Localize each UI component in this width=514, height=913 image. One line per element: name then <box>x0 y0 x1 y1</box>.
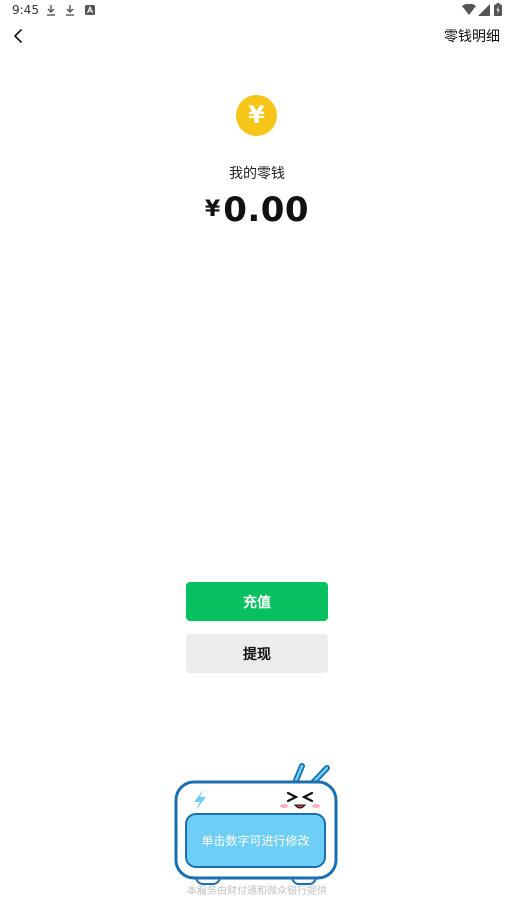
currency-symbol: ¥ <box>204 197 221 222</box>
mascot-tip[interactable]: 单击数字可进行修改 <box>188 815 323 865</box>
wallet-screen: 9:45 零钱明细 ¥ 我的零钱 ¥0.00 充值 提现 单击数字可进行修改 本… <box>0 0 514 913</box>
recharge-button[interactable]: 充值 <box>186 582 328 621</box>
download-icon <box>47 5 55 16</box>
change-details-link[interactable]: 零钱明细 <box>444 26 500 46</box>
service-provider-note: 本服务由财付通和微众银行提供 <box>187 886 327 897</box>
status-bar: 9:45 <box>0 0 514 22</box>
notification-a-icon <box>85 5 95 15</box>
wifi-icon <box>462 4 476 15</box>
balance-amount[interactable]: ¥0.00 <box>0 190 514 230</box>
chevron-left-icon <box>14 29 22 43</box>
coin-symbol: ¥ <box>248 101 265 129</box>
coin-icon: ¥ <box>236 95 277 136</box>
balance-value[interactable]: 0.00 <box>223 190 309 230</box>
download-icon <box>66 5 74 16</box>
withdraw-button[interactable]: 提现 <box>186 634 328 673</box>
back-button[interactable] <box>8 26 30 46</box>
wallet-label: 我的零钱 <box>229 166 285 182</box>
status-time: 9:45 <box>12 3 39 17</box>
battery-icon <box>494 3 502 16</box>
signal-icon <box>478 4 490 16</box>
